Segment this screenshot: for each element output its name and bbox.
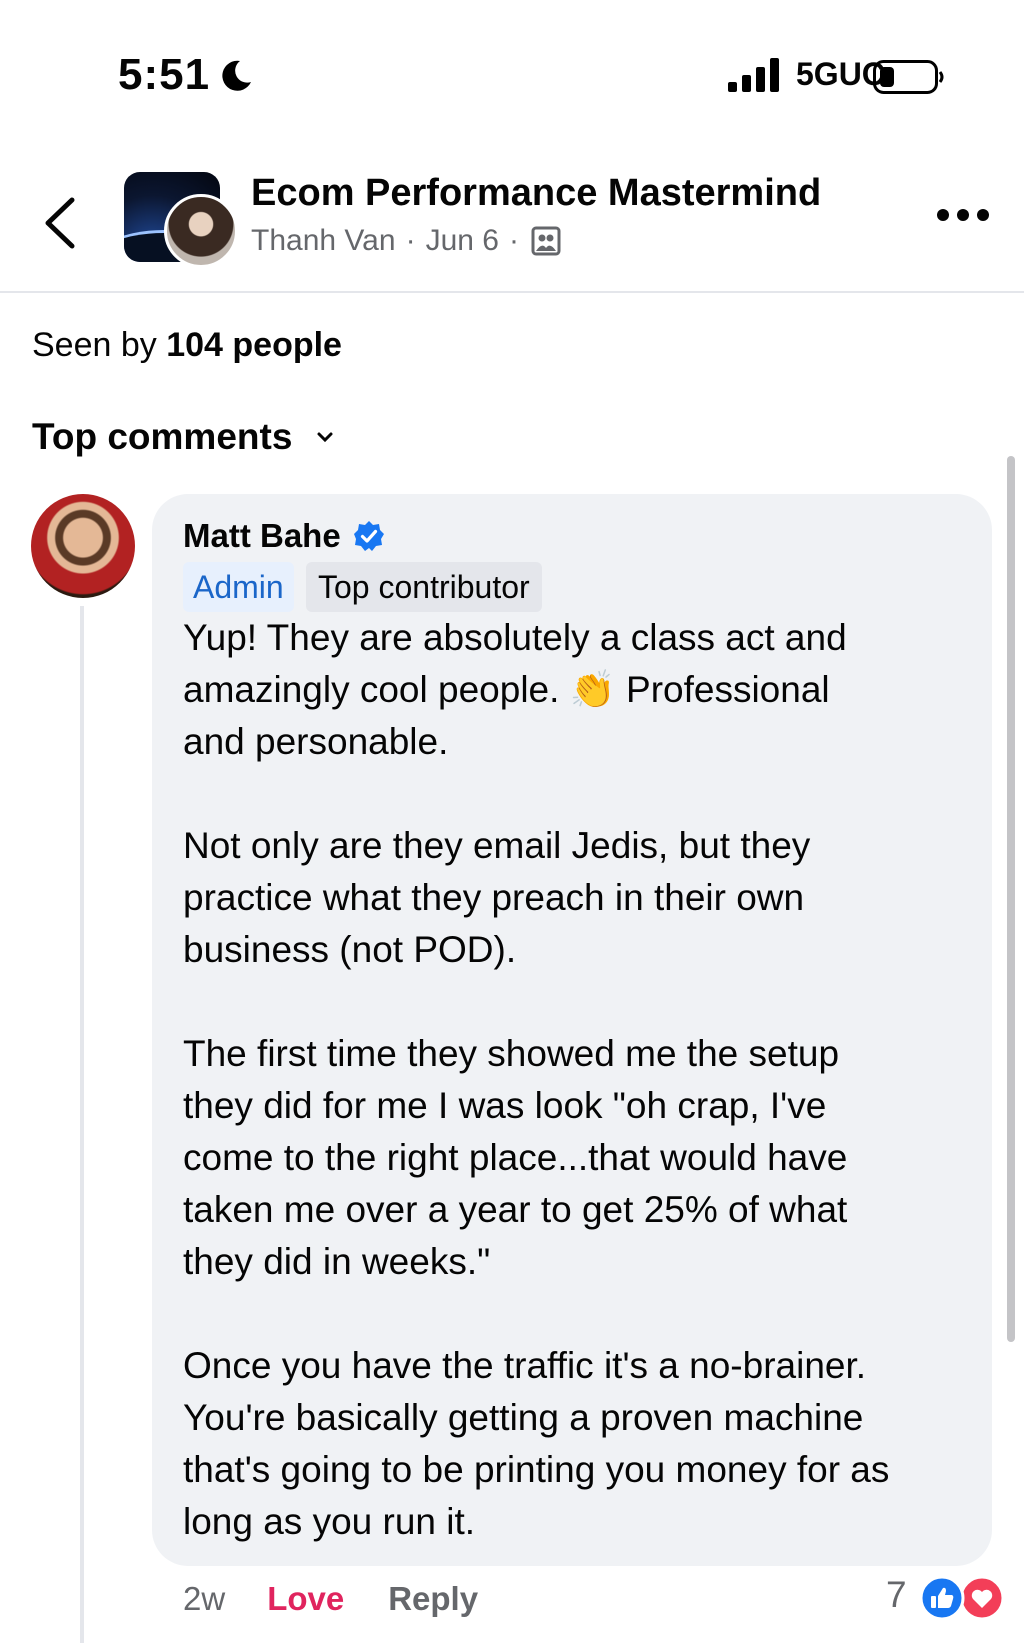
post-date[interactable]: Jun 6 <box>426 224 499 258</box>
poster-avatar[interactable] <box>164 194 238 268</box>
scrollbar[interactable] <box>1007 456 1015 1342</box>
like-reaction-icon <box>919 1575 965 1621</box>
separator: · <box>405 224 416 257</box>
comment-sort-label: Top comments <box>32 416 293 457</box>
comment-time[interactable]: 2w <box>183 1580 225 1618</box>
comment-paragraph: The first time they showed me the setup … <box>183 1033 848 1282</box>
seen-by-count: 104 people <box>166 326 342 364</box>
love-reaction-icon <box>959 1575 1005 1621</box>
comment-sort-dropdown[interactable]: Top comments <box>32 416 334 458</box>
group-icon <box>531 226 561 256</box>
seen-by[interactable]: Seen by 104 people <box>32 326 342 365</box>
network-type: 5GUC <box>796 56 885 92</box>
battery-icon <box>873 60 944 94</box>
commenter-avatar[interactable] <box>31 494 135 598</box>
back-icon[interactable] <box>42 196 78 250</box>
comment-paragraph: Not only are they email Jedis, but they … <box>183 825 811 970</box>
admin-badge[interactable]: Admin <box>183 562 294 612</box>
post-meta: Thanh Van · Jun 6 · <box>251 224 561 258</box>
comment-author[interactable]: Matt Bahe <box>183 517 385 555</box>
thread-line <box>80 606 84 1643</box>
love-button[interactable]: Love <box>267 1580 344 1618</box>
reaction-icons[interactable] <box>918 1575 1008 1621</box>
separator: · <box>508 224 519 257</box>
comment-author-name[interactable]: Matt Bahe <box>183 517 341 555</box>
seen-by-prefix: Seen by <box>32 326 157 364</box>
reaction-count[interactable]: 7 <box>886 1574 907 1616</box>
verified-icon <box>353 521 384 551</box>
header-divider <box>0 291 1024 293</box>
comment-actions: 2w Love Reply <box>183 1580 478 1618</box>
more-icon[interactable] <box>936 208 990 222</box>
group-name[interactable]: Ecom Performance Mastermind <box>251 172 821 215</box>
top-contributor-badge[interactable]: Top contributor <box>306 562 542 612</box>
signal-icon <box>728 58 779 92</box>
chevron-down-icon <box>317 432 333 443</box>
comment-paragraph: Yup! They are absolutely a class act and… <box>183 617 847 762</box>
status-time: 5:51 <box>118 50 211 99</box>
poster-name[interactable]: Thanh Van <box>251 224 396 258</box>
reply-button[interactable]: Reply <box>388 1580 478 1618</box>
comment-paragraph: Once you have the traffic it's a no-brai… <box>183 1345 890 1542</box>
moon-icon <box>222 60 251 91</box>
